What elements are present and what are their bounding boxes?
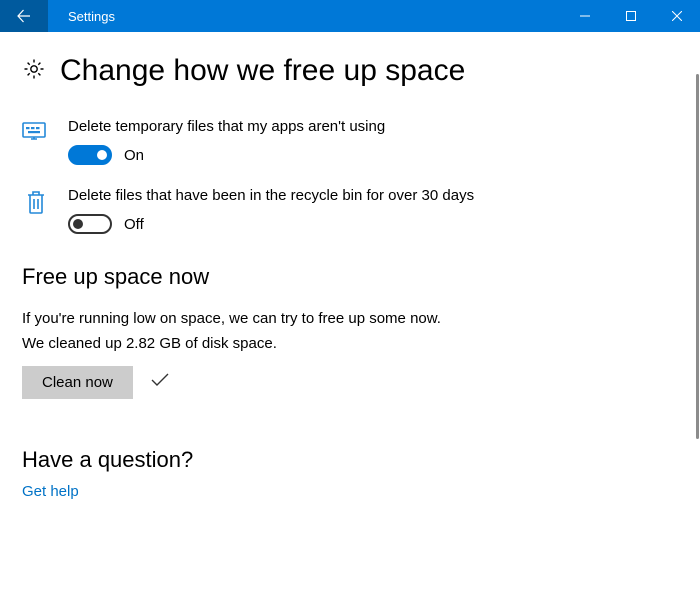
page-title: Change how we free up space xyxy=(60,54,465,88)
temp-files-toggle[interactable] xyxy=(68,145,112,165)
page-header: Change how we free up space xyxy=(22,54,668,88)
app-title: Settings xyxy=(48,0,562,32)
back-arrow-icon xyxy=(16,8,32,24)
free-up-desc: If you're running low on space, we can t… xyxy=(22,310,668,327)
content-area: Change how we free up space Delete tempo… xyxy=(0,32,700,614)
minimize-button[interactable] xyxy=(562,0,608,32)
trash-icon xyxy=(22,187,50,215)
scrollbar[interactable] xyxy=(696,74,699,439)
free-up-heading: Free up space now xyxy=(22,264,668,290)
monitor-icon xyxy=(22,118,50,146)
window-controls xyxy=(562,0,700,32)
temp-files-status: On xyxy=(124,147,144,164)
back-button[interactable] xyxy=(0,0,48,32)
maximize-button[interactable] xyxy=(608,0,654,32)
clean-now-button[interactable]: Clean now xyxy=(22,366,133,399)
close-button[interactable] xyxy=(654,0,700,32)
setting-temp-files: Delete temporary files that my apps aren… xyxy=(22,118,668,165)
recycle-bin-label: Delete files that have been in the recyc… xyxy=(68,187,668,204)
setting-recycle-bin: Delete files that have been in the recyc… xyxy=(22,187,668,234)
minimize-icon xyxy=(580,11,590,21)
free-up-result: We cleaned up 2.82 GB of disk space. xyxy=(22,335,668,352)
maximize-icon xyxy=(626,11,636,21)
get-help-link[interactable]: Get help xyxy=(22,483,668,500)
checkmark-icon xyxy=(151,373,169,392)
titlebar: Settings xyxy=(0,0,700,32)
recycle-bin-status: Off xyxy=(124,216,144,233)
question-heading: Have a question? xyxy=(22,447,668,473)
recycle-bin-toggle[interactable] xyxy=(68,214,112,234)
gear-icon xyxy=(22,57,46,86)
temp-files-label: Delete temporary files that my apps aren… xyxy=(68,118,668,135)
close-icon xyxy=(672,11,682,21)
